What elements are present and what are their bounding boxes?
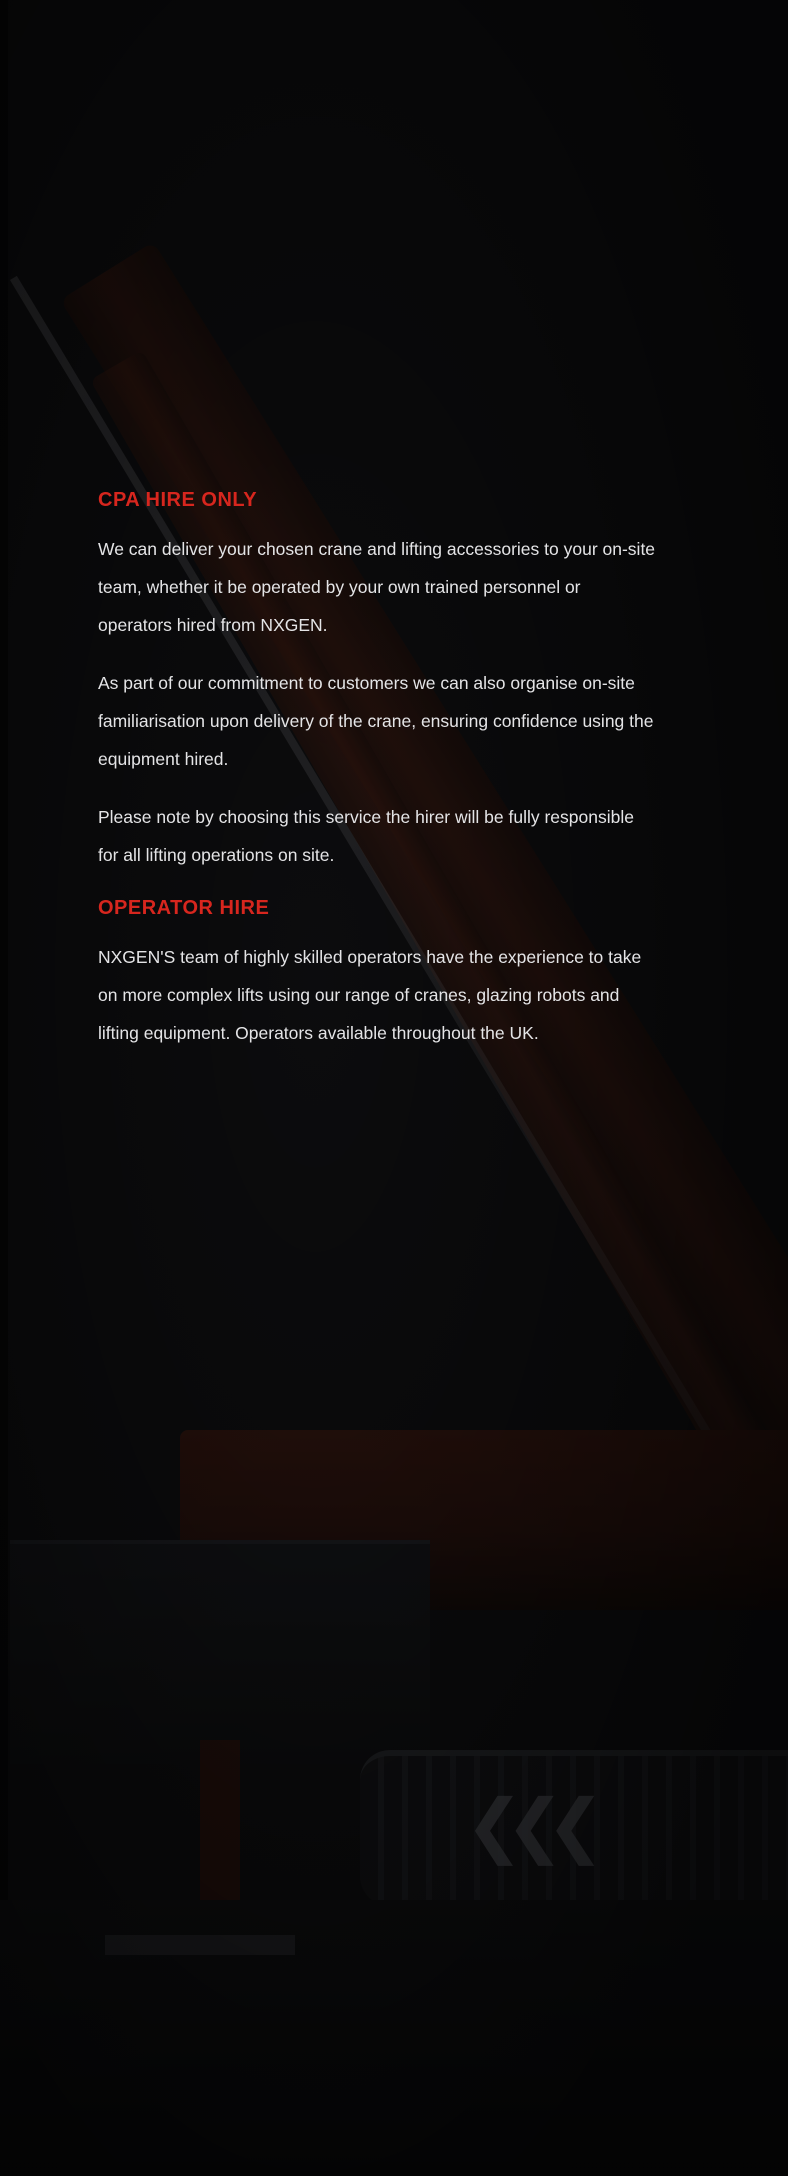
paragraph: Please note by choosing this service the…	[98, 807, 634, 865]
section-heading: OPERATOR HIRE	[98, 897, 270, 919]
paragraph: NXGEN'S team of highly skilled operators…	[98, 947, 642, 1043]
section-operator-hire: OPERATOR HIRE NXGEN'S team of highly ski…	[98, 896, 656, 1052]
paragraph: As part of our commitment to customers w…	[98, 673, 654, 769]
section-cpa-hire-only: CPA HIRE ONLY We can deliver your chosen…	[98, 488, 656, 874]
paragraph: We can deliver your chosen crane and lif…	[98, 539, 656, 635]
page: ❮❮❮ CPA HIRE ONLY We can deliver your ch…	[0, 0, 788, 2176]
vignette-overlay	[0, 0, 788, 2176]
section-heading: CPA HIRE ONLY	[98, 489, 258, 511]
crane-background-image: ❮❮❮	[0, 0, 788, 2176]
services-text-block: CPA HIRE ONLY We can deliver your chosen…	[98, 488, 656, 1052]
